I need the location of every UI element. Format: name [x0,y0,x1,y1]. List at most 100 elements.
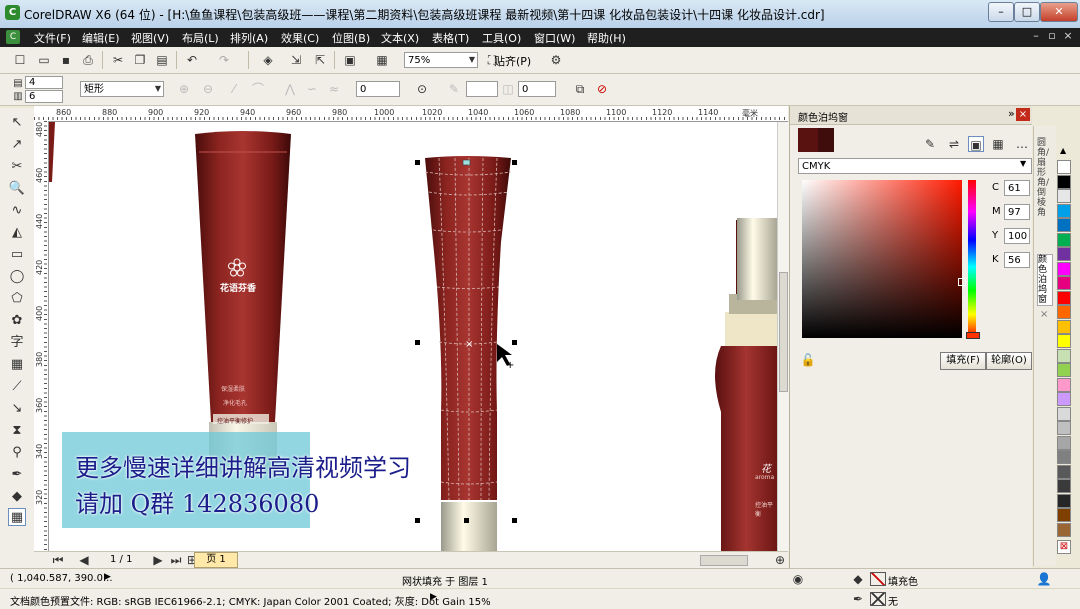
add-node-icon[interactable]: ⊕ [176,81,192,97]
color-viewer-icon[interactable]: ▣ [968,136,984,152]
menu-layout[interactable]: 布局(L) [182,30,219,46]
lock-icon[interactable]: 🔓 [800,352,816,368]
docker-close-button[interactable]: × [1016,108,1030,121]
cyan-input[interactable]: 61 [1004,180,1030,196]
grid-cols-input[interactable]: 6 [25,90,63,103]
palette-scroll-up-icon[interactable]: ▲ [1060,146,1066,155]
fill-tool-icon[interactable]: ◆ [8,488,26,506]
palette-swatch[interactable] [1057,377,1071,392]
chevron-down-icon[interactable]: ▼ [1020,159,1026,168]
freehand-tool-icon[interactable]: ∿ [8,202,26,220]
cut-icon[interactable]: ✂ [110,52,126,68]
export-icon[interactable]: ⇱ [312,52,328,68]
clear-mesh-icon[interactable]: ⊘ [594,81,610,97]
smooth-node-icon[interactable]: ∽ [304,81,320,97]
palette-swatch[interactable] [1057,261,1071,276]
menu-text[interactable]: 文本(X) [381,30,419,46]
docker-expand-icon[interactable]: » [1008,107,1015,120]
palette-swatch[interactable] [1057,247,1071,261]
welcome-icon[interactable]: ▦ [374,52,390,68]
palette-swatch[interactable] [1057,232,1071,247]
eyedropper-icon[interactable]: ✎ [446,81,462,97]
to-curve-icon[interactable]: ⌒ [250,81,266,97]
menu-view[interactable]: 视图(V) [131,30,169,46]
palette-swatch[interactable] [1057,464,1071,479]
basic-shapes-tool-icon[interactable]: ✿ [8,312,26,330]
palette-swatch[interactable] [1057,189,1071,203]
yellow-input[interactable]: 100 [1004,228,1030,244]
outline-color-indicator[interactable] [870,592,886,606]
palette-swatch[interactable] [1057,508,1071,522]
palette-swatch[interactable] [1057,203,1071,218]
polygon-tool-icon[interactable]: ⬠ [8,290,26,308]
menu-edit[interactable]: 编辑(E) [82,30,120,46]
prev-page-icon[interactable]: ◀ [76,552,92,568]
eyedropper-icon[interactable]: ✎ [922,136,938,152]
connector-tool-icon[interactable]: ↘ [8,400,26,418]
zoom-tool-icon[interactable]: 🔍 [8,180,26,198]
save-icon[interactable]: ▪ [58,52,74,68]
grid-rows-input[interactable]: 4 [25,76,63,89]
redo-icon[interactable]: ↷ [216,52,232,68]
rectangle-tool-icon[interactable]: ▭ [8,246,26,264]
vertical-ruler[interactable]: 480 460 440 420 400 380 360 340 320 [34,121,49,551]
scroll-thumb[interactable] [779,272,788,392]
snap-to-dropdown[interactable]: 贴齐(P) [494,53,531,69]
new-doc-icon[interactable]: ☐ [12,52,28,68]
color-model-select[interactable]: CMYK [798,158,1032,174]
mesh-fill-color-select[interactable] [466,81,498,97]
palette-swatch[interactable] [1057,160,1071,174]
search-content-icon[interactable]: ◈ [260,52,276,68]
palette-swatch[interactable] [1057,319,1071,334]
zoom-fit-icon[interactable]: ⊕ [772,552,788,568]
undo-icon[interactable]: ↶ [184,52,200,68]
blend-tool-icon[interactable]: ⧗ [8,422,26,440]
color-picker-marker[interactable] [958,278,966,286]
vertical-scrollbar[interactable] [777,122,789,551]
palette-swatch[interactable] [1057,363,1071,377]
palette-swatch[interactable] [1057,479,1071,493]
ellipse-tool-icon[interactable]: ◯ [8,268,26,286]
palette-swatch[interactable] [1057,276,1071,290]
paste-icon[interactable]: ▤ [154,52,170,68]
menu-arrange[interactable]: 排列(A) [230,30,268,46]
to-line-icon[interactable]: ⁄ [226,81,242,97]
doc-minimize-button[interactable]: – [1030,30,1042,42]
menu-effects[interactable]: 效果(C) [281,30,319,46]
symmetric-node-icon[interactable]: ≈ [326,81,342,97]
doc-restore-button[interactable]: ▫ [1046,30,1058,42]
first-page-icon[interactable]: ⏮ [50,552,66,568]
selection-pick-icon[interactable]: ⊙ [414,81,430,97]
menu-file[interactable]: 文件(F) [34,30,71,46]
dimension-tool-icon[interactable]: ⟋ [8,378,26,396]
hue-slider-marker[interactable] [966,332,980,339]
table-tool-icon[interactable]: ▦ [8,356,26,374]
crop-tool-icon[interactable]: ✂ [8,158,26,176]
palette-swatch[interactable] [1057,218,1071,232]
color-profile-info[interactable]: 文档颜色预置文件: RGB: sRGB IEC61966-2.1; CMYK: … [10,593,491,608]
tab-color-docker[interactable]: 颜色泊坞窗 [1037,254,1053,306]
import-icon[interactable]: ⇲ [288,52,304,68]
transparency-input[interactable]: 0 [518,81,556,97]
open-icon[interactable]: ▭ [36,52,52,68]
next-page-icon[interactable]: ▶ [150,552,166,568]
doc-close-button[interactable]: × [1062,30,1074,42]
more-options-icon[interactable]: … [1014,136,1030,152]
black-input[interactable]: 56 [1004,252,1030,268]
close-button[interactable]: ✕ [1040,2,1078,22]
fill-color-indicator[interactable] [870,572,886,586]
palette-swatch[interactable] [1057,290,1071,305]
menu-help[interactable]: 帮助(H) [587,30,626,46]
curve-smoothness-input[interactable]: 0 [356,81,400,97]
smart-fill-tool-icon[interactable]: ◭ [8,224,26,242]
menu-bitmaps[interactable]: 位图(B) [332,30,370,46]
app-launcher-icon[interactable]: ▣ [342,52,358,68]
last-page-icon[interactable]: ⏭ [168,552,184,568]
mesh-fill-tool-icon[interactable]: ▦ [8,508,26,526]
menu-table[interactable]: 表格(T) [432,30,469,46]
palettes-icon[interactable]: ▦ [990,136,1006,152]
cusp-node-icon[interactable]: ⋀ [282,81,298,97]
chevron-down-icon[interactable]: ▼ [150,81,166,97]
delete-node-icon[interactable]: ⊖ [200,81,216,97]
horizontal-ruler[interactable]: 860 880 900 920 940 960 980 1000 1020 10… [34,106,788,122]
